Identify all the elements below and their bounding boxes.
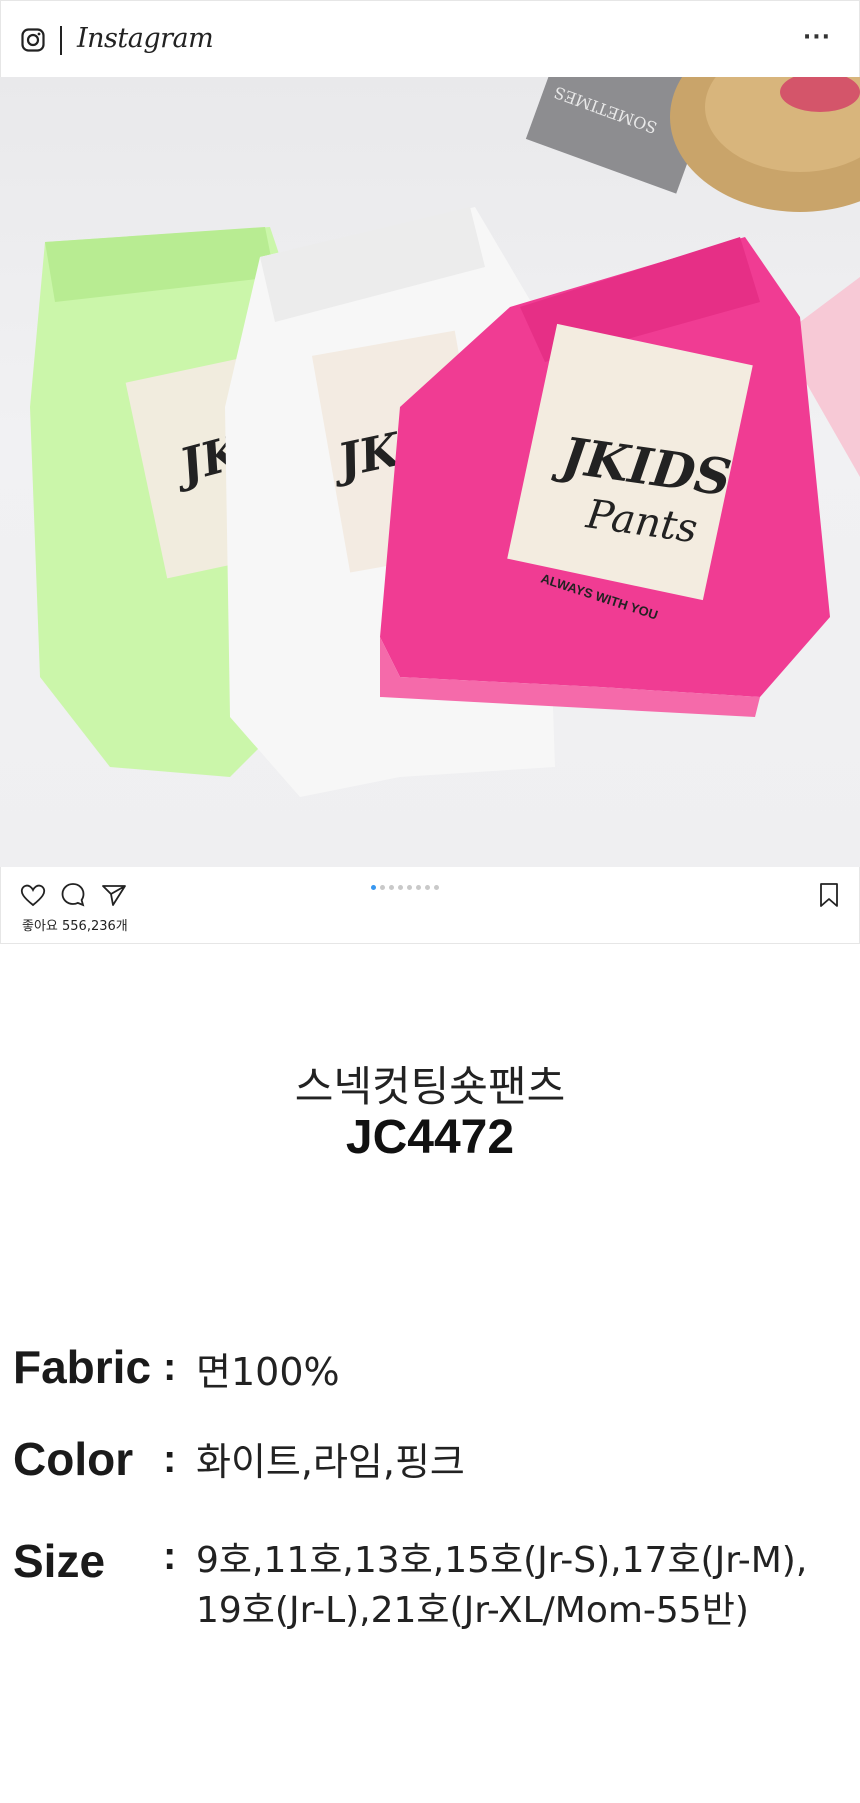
product-code: JC4472 [345,1111,515,1164]
instagram-wordmark: Instagram [77,23,214,54]
carousel-dot[interactable] [434,885,439,890]
heart-icon[interactable] [19,881,47,909]
carousel-dot[interactable] [380,885,385,890]
header-divider [60,26,62,55]
carousel-dot[interactable] [398,885,403,890]
spec-value-color: 화이트,라임,핑크 [196,1440,465,1484]
size-line-1: 9호,11호,13호,15호(Jr-S),17호(Jr-M), [196,1540,808,1581]
carousel-indicator [371,885,439,890]
bookmark-icon[interactable] [815,881,843,909]
comment-icon[interactable] [59,881,87,909]
spec-label-fabric: Fabric [13,1341,152,1393]
carousel-dot[interactable] [389,885,394,890]
straw-hat [670,77,860,212]
carousel-dot[interactable] [416,885,421,890]
spec-label-color: Color [13,1433,134,1485]
spec-value-fabric: 면100% [196,1350,340,1394]
spec-colon: : [163,1437,177,1481]
instagram-header: Instagram ··· [0,0,860,78]
send-icon[interactable] [100,881,128,909]
spec-label-size: Size [13,1535,106,1587]
product-photo: SOMETIMES JKIDS JKIDS Pants [0,77,860,867]
spec-value-size: 9호,11호,13호,15호(Jr-S),17호(Jr-M), 19호(Jr-L… [196,1536,856,1636]
spec-colon: : [163,1345,177,1389]
post-action-bar: 좋아요 556,236개 [0,867,860,944]
size-line-2: 19호(Jr-L),21호(Jr-XL/Mom-55반) [196,1590,749,1631]
shorts-illustration: SOMETIMES JKIDS JKIDS Pants [30,77,860,797]
carousel-dot[interactable] [371,885,376,890]
likes-count[interactable]: 좋아요 556,236개 [22,915,128,934]
carousel-dot[interactable] [407,885,412,890]
product-name: 스넥컷팅숏팬츠 [294,1062,566,1111]
instagram-camera-icon[interactable] [21,28,45,52]
carousel-dot[interactable] [425,885,430,890]
spec-colon: : [163,1534,177,1578]
more-options-icon[interactable]: ··· [803,25,831,50]
